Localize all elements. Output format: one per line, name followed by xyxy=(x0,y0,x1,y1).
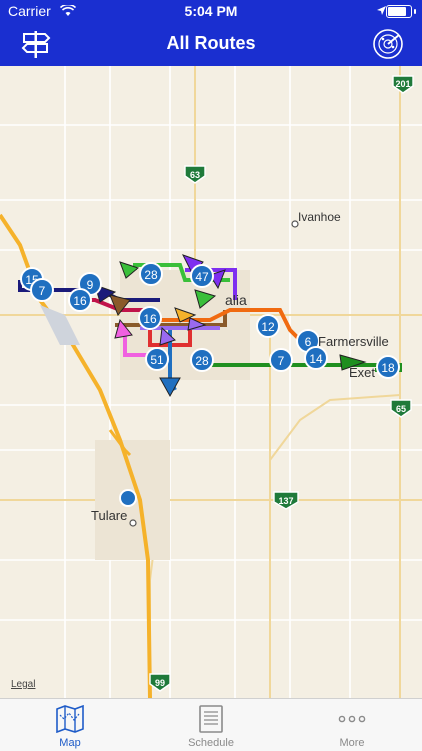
svg-text:12: 12 xyxy=(261,320,275,334)
svg-text:16: 16 xyxy=(143,312,157,326)
map-canvas[interactable]: 201 63 65 137 99 15 7 9 16 28 47 16 12 6… xyxy=(0,66,422,698)
radar-icon xyxy=(373,29,403,59)
highway-63-shield: 63 xyxy=(184,165,206,184)
svg-text:51: 51 xyxy=(150,353,164,367)
svg-text:201: 201 xyxy=(395,79,410,89)
page-title: All Routes xyxy=(166,33,256,53)
svg-text:47: 47 xyxy=(195,270,209,284)
svg-text:18: 18 xyxy=(381,361,395,375)
svg-text:7: 7 xyxy=(278,354,285,368)
route-badge: 28 xyxy=(139,262,163,286)
route-badge: 28 xyxy=(190,348,214,372)
highway-65-shield: 65 xyxy=(390,399,412,418)
tab-map[interactable]: Map xyxy=(0,699,140,751)
place-label-farmersville: Farmersville xyxy=(318,334,389,349)
svg-text:6: 6 xyxy=(305,335,312,349)
place-label-exeter: Exet xyxy=(349,365,376,380)
route-badge: 16 xyxy=(68,288,92,312)
tab-more[interactable]: More xyxy=(282,699,422,751)
svg-text:14: 14 xyxy=(309,352,323,366)
current-location-dot xyxy=(119,489,137,507)
svg-text:28: 28 xyxy=(144,268,158,282)
schedule-icon xyxy=(199,705,223,733)
route-badge: 18 xyxy=(376,355,400,379)
svg-text:137: 137 xyxy=(278,496,293,506)
highway-137-shield: 137 xyxy=(273,491,299,510)
svg-text:7: 7 xyxy=(39,284,46,298)
status-bar: Carrier 5:04 PM xyxy=(0,0,422,22)
legal-link[interactable]: Legal xyxy=(11,679,35,690)
place-label-tulare: Tulare xyxy=(91,508,128,523)
route-badge: 16 xyxy=(138,306,162,330)
battery-icon xyxy=(386,5,412,18)
route-map[interactable]: 201 63 65 137 99 15 7 9 16 28 47 16 12 6… xyxy=(0,66,422,698)
route-badge: 14 xyxy=(304,346,328,370)
highway-201-shield: 201 xyxy=(392,75,414,94)
svg-text:9: 9 xyxy=(87,278,94,292)
place-label-ivanhoe: Ivanhoe xyxy=(298,210,341,224)
highway-shields: 201 63 65 137 99 xyxy=(149,75,414,692)
status-time: 5:04 PM xyxy=(184,3,238,19)
minor-roads xyxy=(0,66,422,698)
tab-schedule[interactable]: Schedule xyxy=(141,699,281,751)
major-roads xyxy=(0,66,422,698)
route-badge: 7 xyxy=(269,348,293,372)
route-badge: 47 xyxy=(190,264,214,288)
svg-text:65: 65 xyxy=(396,404,406,414)
map-icon xyxy=(56,705,84,733)
route-badge: 12 xyxy=(256,314,280,338)
place-label-visalia: alia xyxy=(225,292,247,308)
route-badge: 51 xyxy=(145,347,169,371)
tab-label: Map xyxy=(59,737,81,749)
highway-99-shield: 99 xyxy=(149,673,171,692)
radar-button[interactable] xyxy=(372,28,404,60)
svg-text:16: 16 xyxy=(73,294,87,308)
svg-text:99: 99 xyxy=(155,678,165,688)
tab-label: Schedule xyxy=(188,737,234,749)
nav-bar: All Routes xyxy=(0,22,422,66)
svg-text:63: 63 xyxy=(190,170,200,180)
water-area xyxy=(40,305,80,345)
tab-bar: Map Schedule More xyxy=(0,698,422,751)
tulare-dot xyxy=(129,519,137,527)
svg-text:28: 28 xyxy=(195,354,209,368)
more-icon xyxy=(338,715,366,723)
tab-label: More xyxy=(339,737,365,749)
route-badge: 7 xyxy=(30,278,54,302)
